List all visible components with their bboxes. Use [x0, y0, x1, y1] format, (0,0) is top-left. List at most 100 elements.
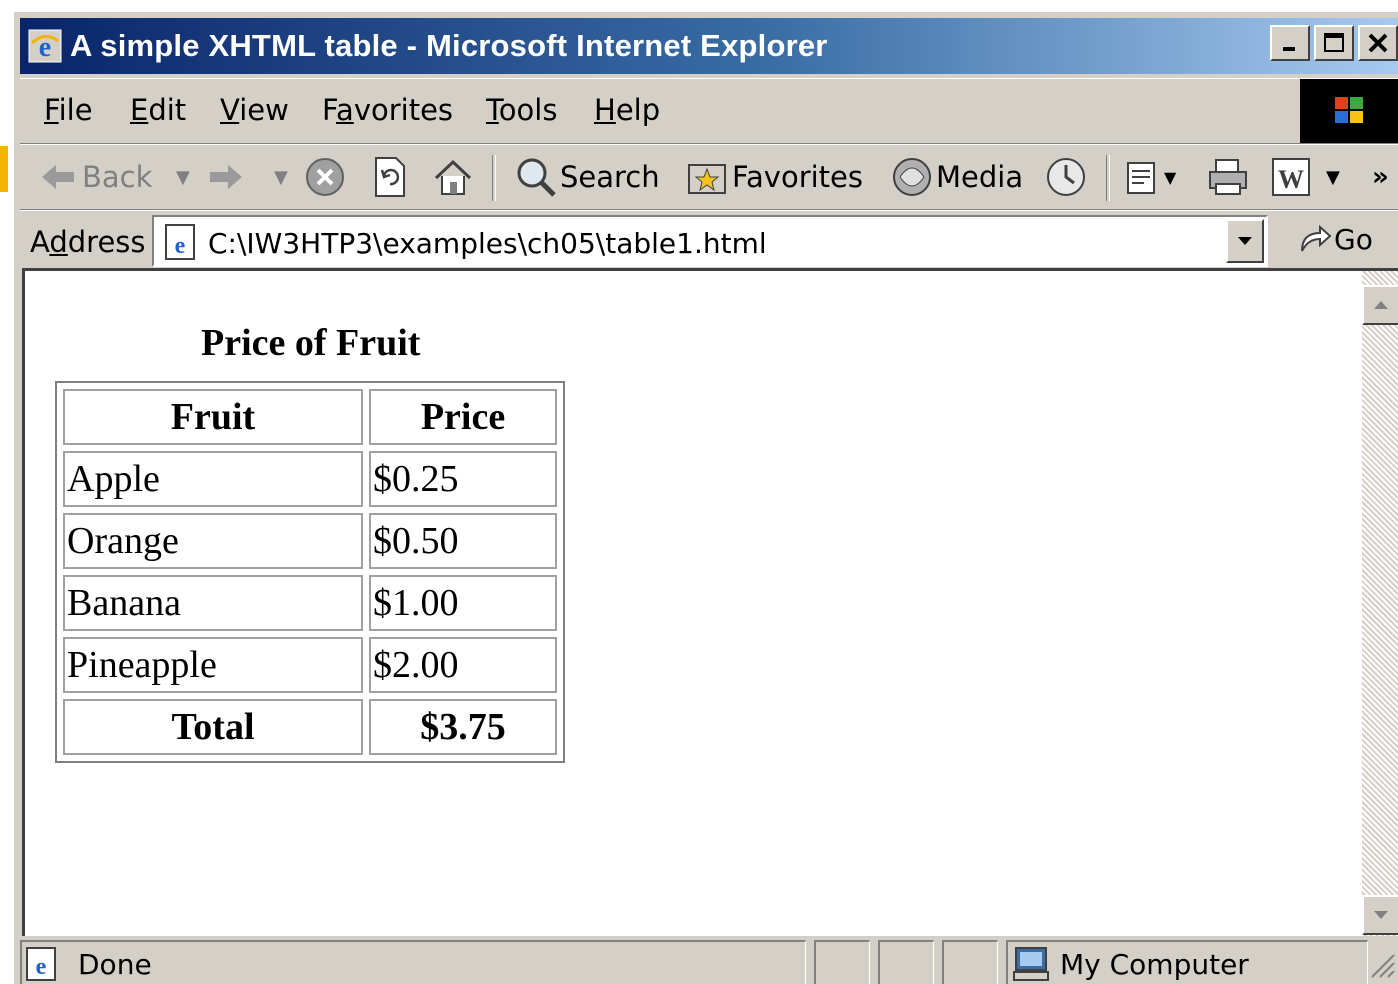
- total-label: Total: [63, 699, 363, 755]
- price-cell: $1.00: [369, 575, 557, 631]
- price-cell: $2.00: [369, 637, 557, 693]
- forward-dropdown-icon[interactable]: ▼: [274, 155, 288, 199]
- mail-dropdown-icon: ▼: [1164, 167, 1177, 187]
- home-icon: [434, 159, 472, 195]
- minimize-button[interactable]: [1270, 25, 1310, 61]
- favorites-label: Favorites: [732, 160, 863, 194]
- address-bar: Address e C:\IW3HTP3\examples\ch05\table…: [20, 210, 1398, 273]
- favorites-button[interactable]: Favorites: [686, 155, 863, 199]
- toolbar-overflow-chevron[interactable]: »: [1372, 155, 1389, 199]
- fruit-cell: Pineapple: [63, 637, 363, 693]
- svg-text:e: e: [36, 954, 47, 980]
- zone-text: My Computer: [1060, 948, 1249, 981]
- forward-arrow-icon: [210, 165, 242, 189]
- table-header-row: Fruit Price: [63, 389, 557, 445]
- windows-logo-icon: [1300, 79, 1398, 143]
- resize-grip-icon[interactable]: [1368, 951, 1396, 984]
- back-arrow-icon: [42, 165, 74, 189]
- computer-icon: [1012, 946, 1052, 984]
- toolbar-separator: [1106, 155, 1110, 201]
- media-icon: [893, 158, 931, 196]
- address-input[interactable]: e C:\IW3HTP3\examples\ch05\table1.html: [152, 215, 1268, 267]
- menu-view[interactable]: View: [220, 93, 289, 127]
- ie-logo-icon: e: [26, 27, 64, 65]
- scroll-down-button[interactable]: [1362, 895, 1398, 935]
- menu-tools[interactable]: Tools: [486, 93, 557, 127]
- toolbar-separator: [492, 155, 496, 201]
- menu-favorites[interactable]: Favorites: [322, 93, 453, 127]
- window-title: A simple XHTML table - Microsoft Interne…: [70, 28, 828, 63]
- status-panel-empty: [814, 940, 870, 984]
- table-footer-row: Total $3.75: [63, 699, 557, 755]
- menu-edit[interactable]: Edit: [130, 93, 186, 127]
- status-panel-empty: [878, 940, 934, 984]
- menu-file[interactable]: File: [44, 93, 93, 127]
- stop-icon: [306, 158, 344, 196]
- mail-icon: [1127, 162, 1155, 194]
- back-dropdown-icon[interactable]: ▼: [176, 155, 190, 199]
- vertical-scrollbar[interactable]: [1362, 268, 1398, 936]
- word-icon: W: [1272, 158, 1310, 196]
- table-row: Orange $0.50: [63, 513, 557, 569]
- favorites-icon: [688, 164, 726, 194]
- back-button[interactable]: Back: [40, 155, 152, 199]
- media-label: Media: [936, 160, 1024, 194]
- chevron-down-icon: [1238, 237, 1252, 245]
- address-url: C:\IW3HTP3\examples\ch05\table1.html: [208, 227, 767, 260]
- search-button[interactable]: Search: [514, 155, 660, 199]
- menu-help[interactable]: Help: [594, 93, 660, 127]
- price-cell: $0.50: [369, 513, 557, 569]
- edit-word-button[interactable]: W ▼: [1270, 155, 1340, 199]
- svg-text:W: W: [1278, 165, 1304, 194]
- maximize-button[interactable]: [1314, 25, 1354, 61]
- address-label: Address: [30, 225, 146, 259]
- history-button[interactable]: [1044, 155, 1088, 199]
- page-done-icon: e: [24, 946, 60, 984]
- page-icon: e: [162, 223, 200, 266]
- status-zone-panel: My Computer: [1006, 940, 1368, 984]
- history-icon: [1047, 158, 1085, 196]
- search-icon: [517, 158, 556, 197]
- table-row: Banana $1.00: [63, 575, 557, 631]
- fruit-cell: Orange: [63, 513, 363, 569]
- svg-text:e: e: [175, 233, 186, 259]
- arrow-up-icon: [1374, 301, 1388, 309]
- standard-toolbar: Back ▼ ▼ Search Favorites Media ▼ W ▼ »: [20, 144, 1398, 210]
- forward-button[interactable]: [208, 155, 244, 199]
- fruit-cell: Banana: [63, 575, 363, 631]
- header-fruit: Fruit: [63, 389, 363, 445]
- fruit-price-table: Fruit Price Apple $0.25 Orange $0.50 Ban…: [55, 381, 565, 763]
- refresh-icon: [375, 157, 405, 197]
- price-cell: $0.25: [369, 451, 557, 507]
- stop-button[interactable]: [304, 155, 346, 199]
- media-button[interactable]: Media: [890, 155, 1023, 199]
- edit-dropdown-icon: ▼: [1326, 166, 1340, 188]
- go-arrow-icon: [1301, 224, 1332, 252]
- refresh-button[interactable]: [370, 155, 408, 199]
- menu-bar: File Edit View Favorites Tools Help: [20, 78, 1398, 144]
- table-row: Apple $0.25: [63, 451, 557, 507]
- total-value: $3.75: [369, 699, 557, 755]
- browser-window: e A simple XHTML table - Microsoft Inter…: [12, 10, 1398, 984]
- title-bar[interactable]: e A simple XHTML table - Microsoft Inter…: [20, 18, 1398, 74]
- back-label: Back: [82, 160, 153, 194]
- go-label: Go: [1334, 222, 1373, 256]
- search-label: Search: [560, 160, 660, 194]
- status-main-panel: e Done: [20, 940, 806, 984]
- print-button[interactable]: [1206, 155, 1250, 199]
- mail-button[interactable]: ▼: [1124, 155, 1176, 199]
- address-dropdown-button[interactable]: [1226, 219, 1264, 263]
- close-button[interactable]: [1358, 25, 1398, 61]
- page-content: Price of Fruit Fruit Price Apple $0.25 O…: [22, 268, 1362, 936]
- fruit-cell: Apple: [63, 451, 363, 507]
- status-panel-empty: [942, 940, 998, 984]
- scroll-up-button[interactable]: [1362, 285, 1398, 325]
- home-button[interactable]: [432, 155, 474, 199]
- go-button[interactable]: Go: [1296, 221, 1373, 257]
- printer-icon: [1209, 159, 1247, 195]
- background-accent: [0, 146, 8, 192]
- status-bar: e Done My Computer: [20, 940, 1398, 984]
- status-text: Done: [78, 948, 152, 981]
- table-caption: Price of Fruit: [201, 322, 421, 364]
- arrow-down-icon: [1374, 911, 1388, 919]
